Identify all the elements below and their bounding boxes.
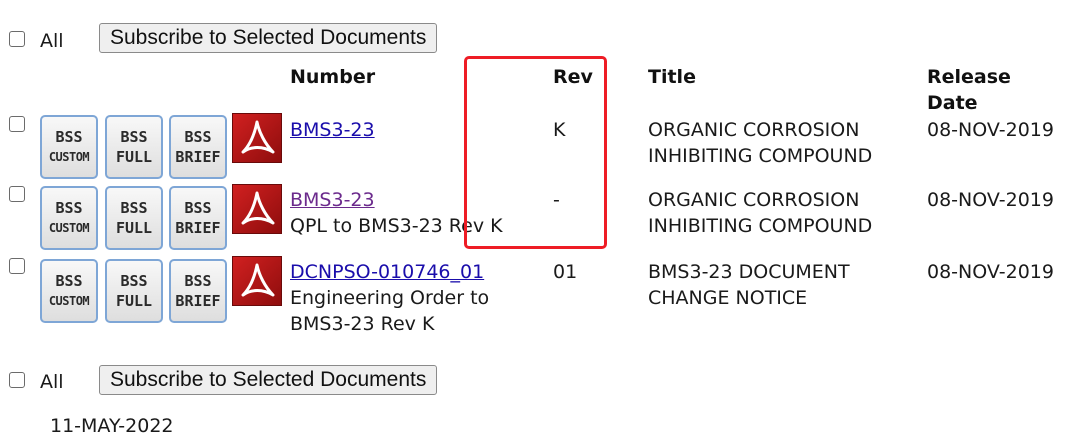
bss-variant-label: FULL: [115, 148, 153, 166]
bss-brief-button[interactable]: BSS BRIEF: [169, 186, 227, 250]
bss-label: BSS: [184, 199, 212, 217]
subscribe-button-top[interactable]: Subscribe to Selected Documents: [99, 23, 438, 53]
pdf-icon[interactable]: [232, 113, 282, 163]
bss-custom-button[interactable]: BSS CUSTOM: [40, 115, 98, 179]
bss-full-button[interactable]: BSS FULL: [105, 186, 163, 250]
select-all-checkbox-bottom[interactable]: [9, 372, 25, 388]
release-date: 08-NOV-2019: [927, 119, 1054, 141]
title-line-2: INHIBITING COMPOUND: [648, 145, 873, 167]
bss-brief-button[interactable]: BSS BRIEF: [169, 115, 227, 179]
revision: 01: [553, 261, 578, 283]
bss-label: BSS: [120, 128, 148, 146]
release-date: 08-NOV-2019: [927, 261, 1054, 283]
bss-label: BSS: [55, 199, 83, 217]
all-label-bottom: All: [40, 371, 64, 393]
bss-custom-button[interactable]: BSS CUSTOM: [40, 259, 98, 323]
title-line-2: INHIBITING COMPOUND: [648, 215, 873, 237]
pdf-icon[interactable]: [232, 184, 282, 234]
bss-brief-button[interactable]: BSS BRIEF: [169, 259, 227, 323]
bss-label: BSS: [184, 128, 212, 146]
bss-label: BSS: [120, 272, 148, 290]
all-label-top: All: [40, 30, 64, 52]
row-checkbox[interactable]: [9, 186, 25, 202]
bss-full-button[interactable]: BSS FULL: [105, 259, 163, 323]
bss-variant-label: FULL: [115, 219, 153, 237]
document-subtitle-line-2: BMS3-23 Rev K: [290, 313, 435, 335]
bss-variant-label: CUSTOM: [48, 150, 90, 164]
footer-date: 11-MAY-2022: [50, 415, 174, 437]
document-subtitle-line-1: Engineering Order to: [290, 287, 490, 309]
bss-label: BSS: [184, 272, 212, 290]
document-number-link[interactable]: BMS3-23: [290, 117, 375, 143]
header-release-date: Release Date: [927, 66, 1011, 114]
title-line-1: ORGANIC CORROSION: [648, 119, 860, 141]
pdf-icon[interactable]: [232, 256, 282, 306]
bss-variant-label: BRIEF: [175, 148, 221, 166]
bss-full-button[interactable]: BSS FULL: [105, 115, 163, 179]
title-line-1: ORGANIC CORROSION: [648, 189, 860, 211]
bss-label: BSS: [55, 272, 83, 290]
bss-variant-label: FULL: [115, 292, 153, 310]
bss-label: BSS: [120, 199, 148, 217]
bss-variant-label: BRIEF: [175, 219, 221, 237]
bss-variant-label: CUSTOM: [48, 221, 90, 235]
highlight-box: [464, 56, 607, 249]
release-date: 08-NOV-2019: [927, 189, 1054, 211]
document-number-link[interactable]: BMS3-23: [290, 187, 375, 213]
document-number-link[interactable]: DCNPSO-010746_01: [290, 259, 484, 285]
row-checkbox[interactable]: [9, 258, 25, 274]
title-line-1: BMS3-23 DOCUMENT: [648, 261, 850, 283]
header-title: Title: [648, 66, 696, 88]
bss-label: BSS: [55, 128, 83, 146]
bss-variant-label: CUSTOM: [48, 294, 90, 308]
bss-custom-button[interactable]: BSS CUSTOM: [40, 186, 98, 250]
select-all-checkbox-top[interactable]: [9, 31, 25, 47]
subscribe-button-bottom[interactable]: Subscribe to Selected Documents: [99, 365, 438, 395]
bss-variant-label: BRIEF: [175, 292, 221, 310]
header-number: Number: [290, 66, 376, 88]
title-line-2: CHANGE NOTICE: [648, 287, 808, 309]
row-checkbox[interactable]: [9, 116, 25, 132]
